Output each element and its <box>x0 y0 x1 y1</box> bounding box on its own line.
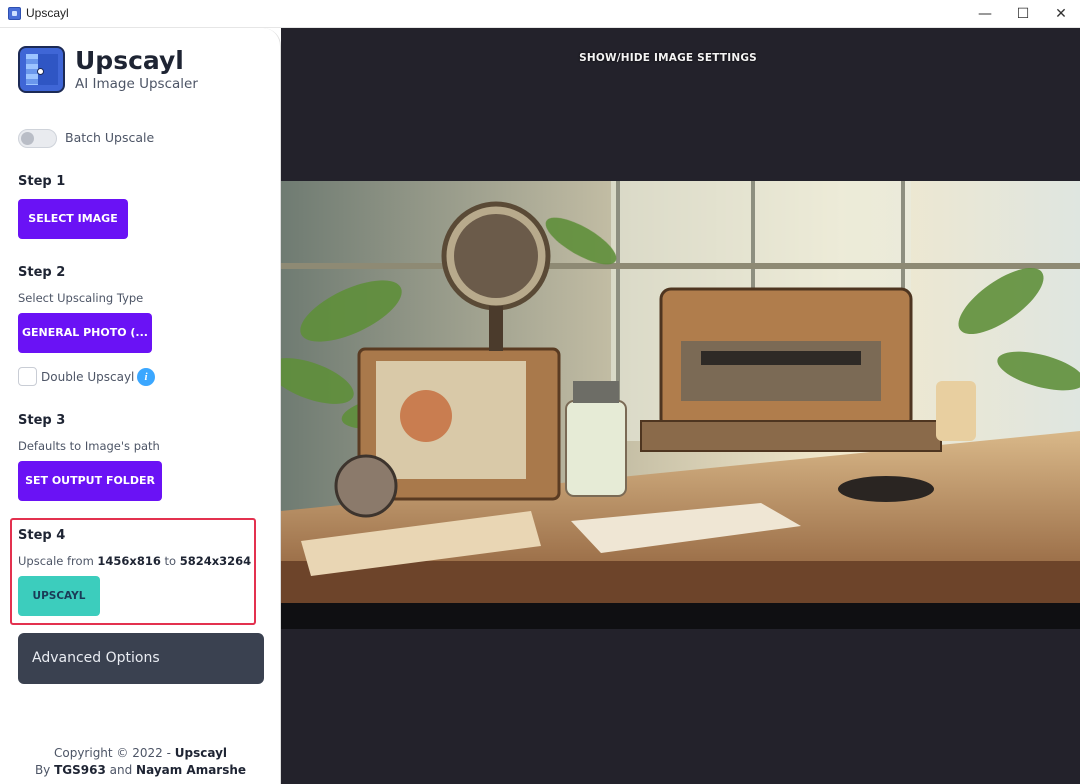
upscayl-button[interactable]: UPSCAYL <box>18 576 100 616</box>
window-title: Upscayl <box>26 6 69 20</box>
window-titlebar: Upscayl — ☐ ✕ <box>0 0 1080 28</box>
upscayl-logo <box>18 46 65 93</box>
to-size: 5824x3264 <box>179 554 252 568</box>
toggle-knob <box>21 132 34 145</box>
info-icon[interactable]: i <box>137 368 155 386</box>
upscale-size-text: Upscale from 1456x816 to 5824x3264 <box>18 554 252 568</box>
step2-subtitle: Select Upscaling Type <box>18 291 144 305</box>
double-upscayl-label: Double Upscayl <box>41 370 135 384</box>
upscaling-type-select[interactable]: GENERAL PHOTO (... <box>18 313 152 353</box>
step2-title: Step 2 <box>18 265 66 280</box>
step3-title: Step 3 <box>18 413 66 428</box>
batch-upscale-toggle[interactable] <box>18 129 57 148</box>
step4-title: Step 4 <box>18 528 66 543</box>
show-hide-image-settings[interactable]: SHOW/HIDE IMAGE SETTINGS <box>281 52 1055 64</box>
close-button[interactable]: ✕ <box>1042 0 1080 28</box>
maximize-button[interactable]: ☐ <box>1004 0 1042 28</box>
app-name: Upscayl <box>75 46 184 75</box>
footer-copyright: Copyright © 2022 - Upscayl <box>53 746 228 760</box>
step3-subtitle: Defaults to Image's path <box>18 439 160 453</box>
sidebar: Upscayl AI Image Upscaler Batch Upscale … <box>0 28 281 784</box>
advanced-options-button[interactable]: Advanced Options <box>18 633 264 684</box>
double-upscayl-checkbox[interactable] <box>18 367 37 386</box>
from-size: 1456x816 <box>97 554 161 568</box>
image-preview-area <box>281 181 1080 629</box>
preview-image <box>281 181 1080 603</box>
main-area: SHOW/HIDE IMAGE SETTINGS <box>281 28 1080 784</box>
app-tagline: AI Image Upscaler <box>75 76 198 92</box>
set-output-folder-button[interactable]: SET OUTPUT FOLDER <box>18 461 162 501</box>
batch-upscale-label: Batch Upscale <box>65 130 155 145</box>
select-image-button[interactable]: SELECT IMAGE <box>18 199 128 239</box>
minimize-button[interactable]: — <box>966 0 1004 28</box>
footer-authors: By TGS963 and Nayam Amarshe <box>34 763 247 777</box>
step1-title: Step 1 <box>18 174 66 189</box>
app-icon <box>8 7 21 20</box>
